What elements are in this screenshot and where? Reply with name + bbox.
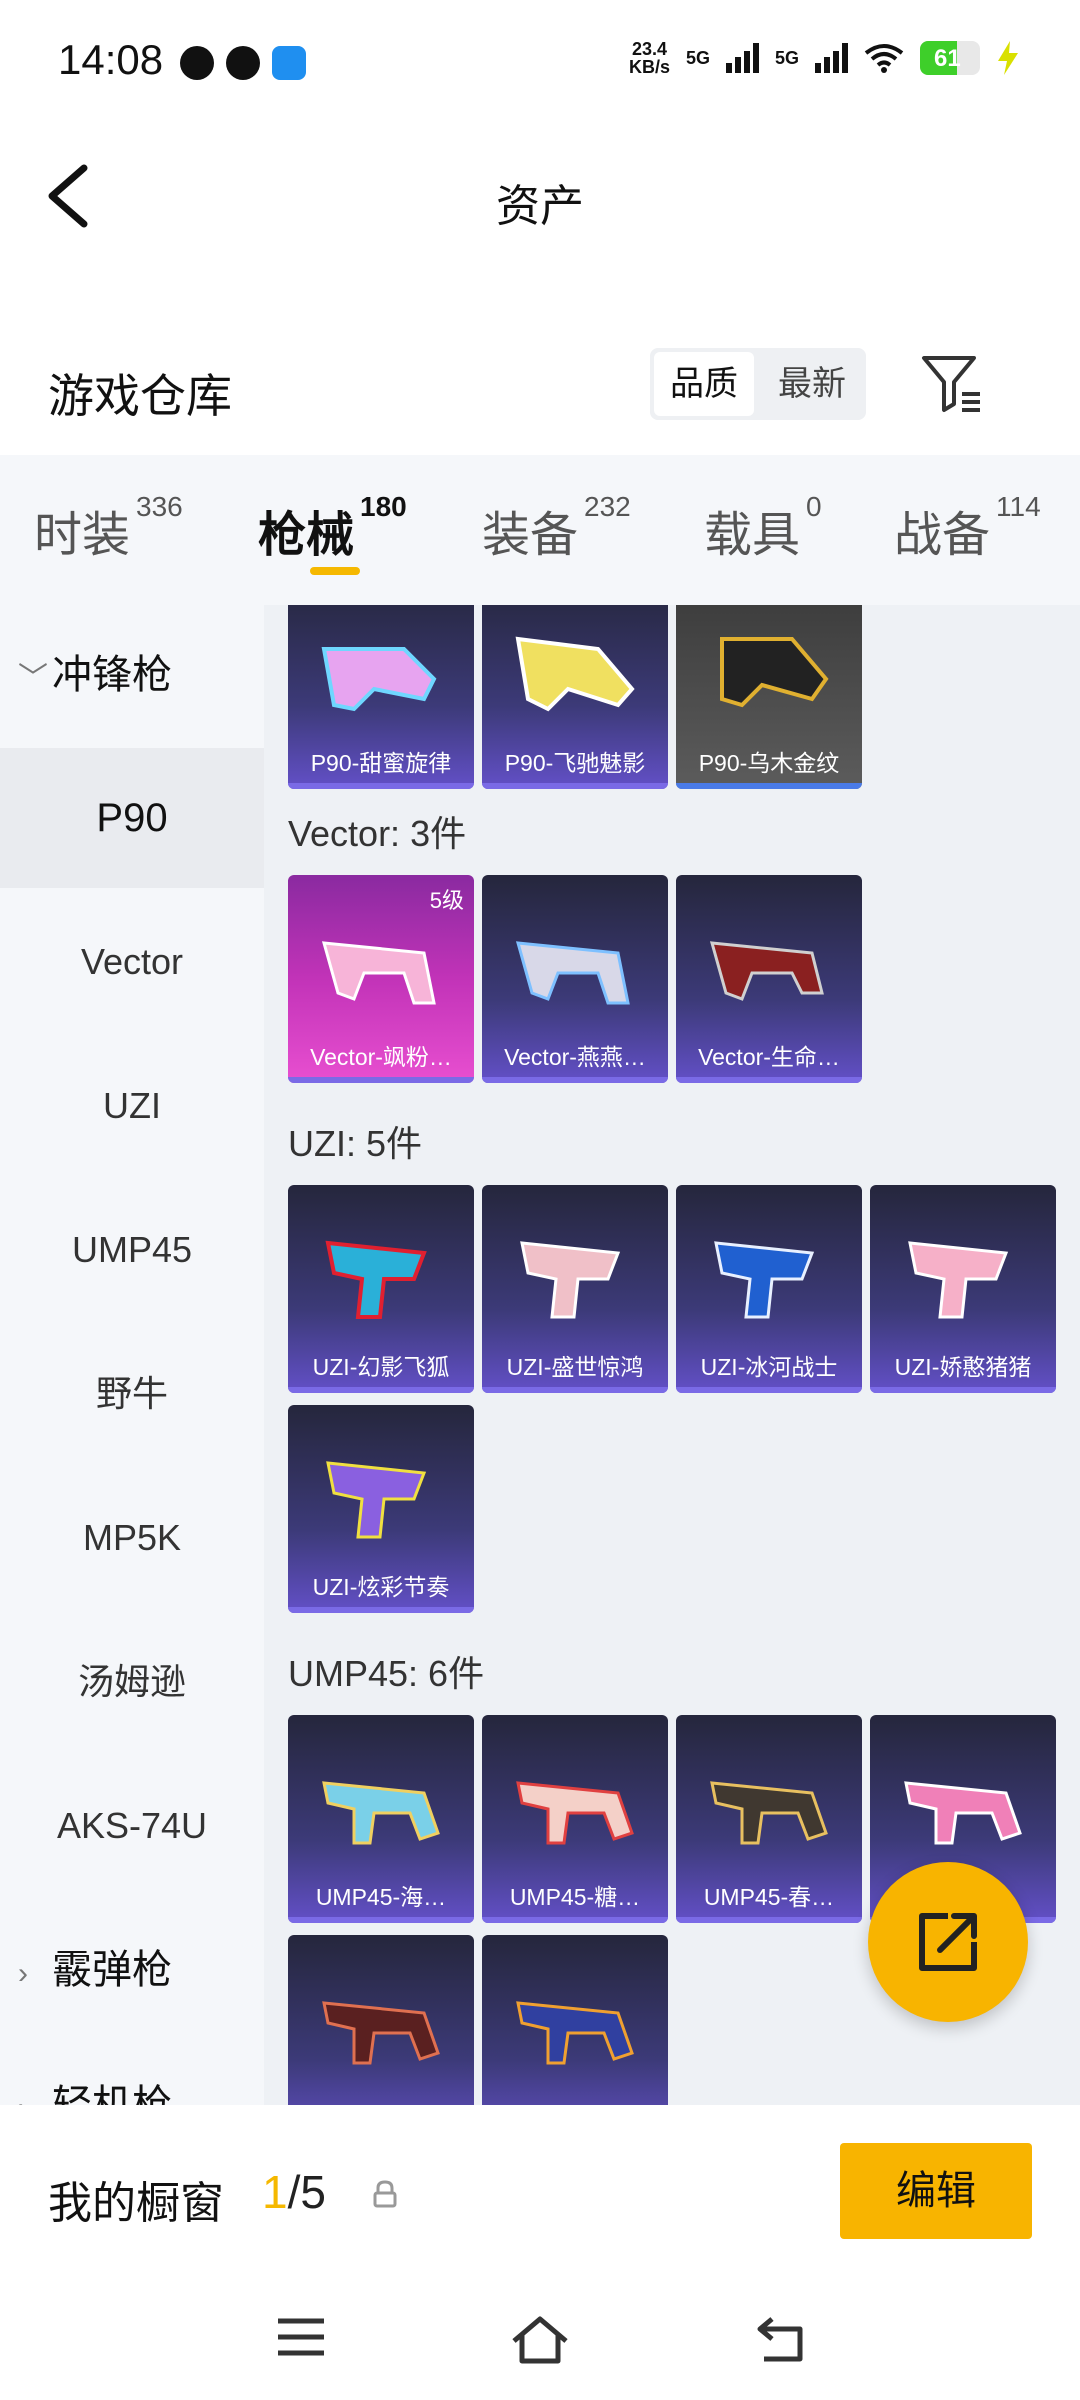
weapon-card[interactable]: Vector-生命… — [676, 875, 862, 1083]
tab-supplies[interactable]: 战备114 — [894, 491, 1041, 565]
menu-icon[interactable] — [276, 2315, 326, 2359]
group-label-ump45: UMP45: 6件 — [288, 1653, 485, 1694]
weapon-card[interactable]: UMP45-糖… — [482, 1715, 668, 1923]
notification-icon — [226, 46, 260, 80]
sort-toggle: 品质 最新 — [650, 348, 866, 420]
back-icon[interactable] — [756, 2315, 806, 2363]
status-time: 14:08 — [58, 36, 164, 83]
sidebar-group-shotgun[interactable]: › 霰弹枪 — [0, 1900, 264, 2040]
warehouse-title: 游戏仓库 — [48, 370, 232, 422]
share-icon — [919, 1913, 977, 1971]
smg-skin-icon — [516, 1781, 634, 1845]
sidebar-item-mp5k[interactable]: MP5K — [0, 1468, 264, 1608]
weapon-type-sidebar: ﹀ 冲锋枪 P90 Vector UZI UMP45 野牛 MP5K 汤姆逊 AK… — [0, 605, 264, 2105]
weapon-card[interactable]: UMP45-海… — [288, 1715, 474, 1923]
edit-button[interactable]: 编辑 — [840, 2143, 1032, 2239]
sidebar-item-thompson[interactable]: 汤姆逊 — [0, 1612, 264, 1752]
smg-skin-icon — [515, 941, 630, 1005]
chevron-down-icon: ﹀ — [18, 662, 48, 695]
signal-icon — [815, 43, 848, 73]
smg-skin-icon — [325, 1240, 427, 1319]
smg-skin-icon — [322, 1781, 440, 1845]
smg-skin-icon — [710, 1781, 828, 1845]
tab-fashion[interactable]: 时装336 — [34, 491, 183, 565]
smg-skin-icon — [720, 637, 829, 708]
battery-icon: 61 — [920, 41, 980, 75]
weapon-card[interactable]: P90-甜蜜旋律 — [288, 605, 474, 789]
tab-vehicles[interactable]: 载具0 — [704, 491, 822, 565]
notification-icon — [180, 46, 214, 80]
sort-option-quality[interactable]: 品质 — [654, 352, 754, 416]
weapon-card[interactable] — [288, 1935, 474, 2105]
weapon-card[interactable]: UZI-炫彩节奏 — [288, 1405, 474, 1613]
smg-skin-icon — [326, 1461, 427, 1539]
weapon-card[interactable]: P90-乌木金纹 — [676, 605, 862, 789]
sidebar-item-aks74u[interactable]: AKS-74U — [0, 1756, 264, 1896]
share-button[interactable] — [868, 1862, 1028, 2022]
smg-skin-icon — [516, 2001, 634, 2065]
signal-icon — [725, 43, 759, 73]
navigation-bar: 资产 — [0, 130, 1080, 260]
group-label-vector: Vector: 3件 — [288, 813, 467, 854]
smg-skin-icon — [321, 941, 436, 1005]
smg-skin-icon — [515, 636, 635, 712]
smg-skin-icon — [322, 2001, 440, 2065]
showcase-bar: 我的橱窗 1/5 编辑 — [0, 2105, 1080, 2285]
weapon-card[interactable] — [482, 1935, 668, 2105]
lock-icon — [373, 2180, 397, 2208]
category-tabs: 时装336 枪械180 装备232 载具0 战备114 — [0, 455, 1080, 605]
weapon-card[interactable]: UZI-幻影飞狐 — [288, 1185, 474, 1393]
sidebar-item-p90[interactable]: P90 — [0, 748, 264, 888]
sidebar-item-vector[interactable]: Vector — [0, 892, 264, 1032]
tab-equipment[interactable]: 装备232 — [482, 491, 631, 565]
charging-icon — [998, 41, 1018, 75]
active-tab-indicator — [310, 567, 360, 575]
sidebar-group-lmg[interactable]: ›轻机枪 — [0, 2035, 264, 2105]
smg-skin-icon — [714, 1241, 815, 1319]
showcase-count: 1/5 — [262, 2166, 326, 2218]
sim1-label: 5G — [685, 47, 710, 68]
status-bar: 14:08 23.4 KB/s 5G 5G 61 — [0, 0, 1080, 120]
status-app-icons — [180, 46, 306, 80]
hotspot-icon — [272, 46, 306, 80]
sort-option-newest[interactable]: 最新 — [762, 352, 862, 416]
sidebar-item-bizon[interactable]: 野牛 — [0, 1324, 264, 1464]
smg-skin-icon — [520, 1241, 621, 1319]
wifi-icon — [864, 44, 904, 73]
weapon-card[interactable]: UZI-娇憨猪猪 — [870, 1185, 1056, 1393]
tab-firearms[interactable]: 枪械180 — [258, 491, 407, 565]
weapon-card[interactable]: Vector-燕燕… — [482, 875, 668, 1083]
sidebar-group-smg[interactable]: ﹀ 冲锋枪 — [0, 605, 264, 745]
system-navigation — [0, 2285, 1080, 2400]
smg-skin-icon — [709, 941, 824, 1001]
smg-skin-icon — [321, 647, 437, 712]
showcase-label: 我的橱窗 — [48, 2179, 224, 2228]
weapon-card[interactable]: UZI-盛世惊鸿 — [482, 1185, 668, 1393]
home-icon[interactable] — [510, 2315, 570, 2365]
sidebar-item-ump45[interactable]: UMP45 — [0, 1180, 264, 1320]
weapon-card[interactable]: 5级 Vector-飒粉… — [288, 875, 474, 1083]
weapon-card[interactable]: UZI-冰河战士 — [676, 1185, 862, 1393]
network-speed: 23.4 KB/s — [628, 39, 670, 77]
group-label-uzi: UZI: 5件 — [288, 1123, 423, 1164]
weapon-card[interactable]: P90-飞驰魅影 — [482, 605, 668, 789]
status-right: 23.4 KB/s 5G 5G 61 — [629, 40, 1020, 76]
weapon-card[interactable]: UMP45-春… — [676, 1715, 862, 1923]
page-title: 资产 — [496, 182, 584, 231]
chevron-right-icon: › — [18, 2039, 52, 2105]
sidebar-item-uzi[interactable]: UZI — [0, 1036, 264, 1176]
sim2-label: 5G — [774, 47, 799, 68]
chevron-right-icon: › — [18, 1957, 28, 1990]
smg-skin-icon — [908, 1241, 1009, 1319]
smg-skin-icon — [904, 1781, 1022, 1845]
filter-icon[interactable] — [918, 352, 982, 416]
